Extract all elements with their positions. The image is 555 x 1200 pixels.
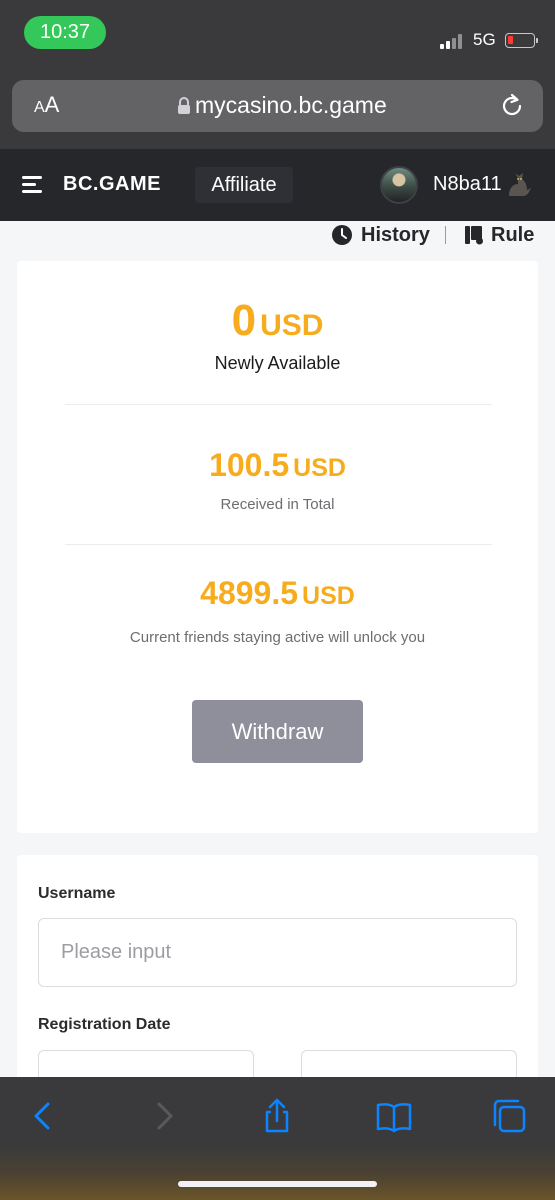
link-separator	[445, 226, 446, 244]
safari-toolbar	[0, 1077, 555, 1200]
home-indicator	[178, 1181, 377, 1187]
divider	[65, 544, 492, 545]
text-size-button[interactable]: AA	[34, 92, 59, 118]
history-link[interactable]: History	[331, 222, 430, 248]
locked-amount: 4899.5 USD	[200, 575, 355, 611]
commission-summary-card: 0 USD Newly Available 100.5 USD Received i…	[17, 261, 538, 833]
forward-icon[interactable]	[145, 1098, 181, 1134]
clock-icon	[332, 225, 352, 245]
referral-filter-card: Username Registration Date	[17, 855, 538, 1090]
brand-logo[interactable]: BC.GAME	[63, 173, 161, 196]
tabs-icon[interactable]	[491, 1098, 527, 1134]
registration-date-label: Registration Date	[38, 1016, 171, 1033]
received-total-label: Received in Total	[220, 496, 335, 513]
bookmarks-icon[interactable]	[376, 1098, 412, 1134]
received-total-amount: 100.5 USD	[209, 447, 346, 483]
rule-link[interactable]: Rule	[463, 222, 534, 248]
history-rule-links: History Rule	[0, 221, 555, 249]
browser-chrome: AA mycasino.bc.game	[0, 72, 555, 149]
withdraw-button[interactable]: Withdraw	[192, 700, 363, 763]
tab-affiliate[interactable]: Affiliate	[195, 167, 293, 203]
signal-strength-icon	[440, 33, 468, 49]
url-text[interactable]: mycasino.bc.game	[195, 92, 387, 119]
reload-icon[interactable]	[498, 92, 526, 120]
newly-available-amount: 0 USD	[231, 296, 324, 345]
divider	[65, 404, 492, 405]
cat-icon	[509, 173, 531, 196]
ios-status-bar: 10:37 5G	[0, 0, 555, 72]
rule-label: Rule	[491, 223, 535, 246]
history-label: History	[361, 223, 430, 246]
avatar[interactable]	[380, 166, 418, 204]
lock-icon	[178, 97, 190, 114]
network-type: 5G	[473, 30, 496, 49]
battery-icon	[505, 33, 538, 48]
share-icon[interactable]	[259, 1098, 295, 1134]
locked-label: Current friends staying active will unlo…	[129, 629, 426, 646]
username-input[interactable]	[38, 918, 517, 987]
menu-icon[interactable]	[22, 176, 42, 194]
username-label: Username	[38, 885, 116, 902]
site-header: BC.GAME Affiliate N8ba11	[0, 149, 555, 221]
newly-available-label: Newly Available	[214, 353, 341, 373]
username[interactable]: N8ba11	[433, 173, 502, 196]
status-time: 10:37	[24, 16, 106, 49]
rule-book-icon	[465, 226, 483, 245]
back-icon[interactable]	[26, 1098, 62, 1134]
address-bar[interactable]: AA mycasino.bc.game	[12, 80, 543, 132]
